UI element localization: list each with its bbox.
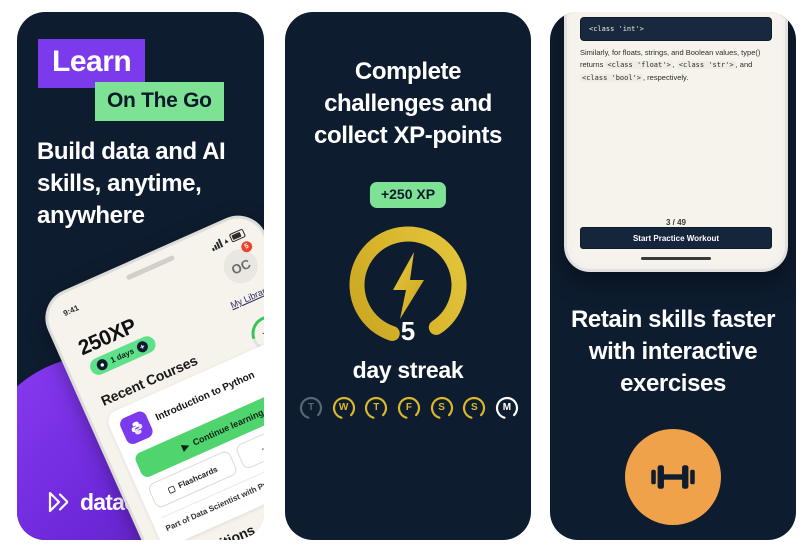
day-chip-s1[interactable]: S bbox=[430, 396, 454, 420]
panel3-headline: Retain skills faster with interactive ex… bbox=[570, 306, 776, 397]
day-chip-label: S bbox=[470, 402, 478, 413]
streak-count: 5 bbox=[400, 316, 416, 346]
day-chip-m[interactable]: M bbox=[495, 396, 519, 420]
day-chip-f[interactable]: F bbox=[397, 396, 421, 420]
home-indicator bbox=[641, 257, 711, 260]
day-chip-label: W bbox=[338, 402, 349, 413]
progress-ring-value: 72% bbox=[261, 327, 264, 340]
status-bar-time: 9:41 bbox=[61, 303, 81, 319]
code-output-block: <class 'int'> bbox=[580, 17, 772, 41]
phone-c-screen: <class 'int'> . x = 42 print(type(x)) <c… bbox=[571, 12, 781, 265]
day-chip-label: F bbox=[405, 402, 413, 413]
streak-label: day streak bbox=[352, 357, 464, 383]
day-chip-label: T bbox=[307, 402, 315, 413]
day-chip-s2[interactable]: S bbox=[462, 396, 486, 420]
plus-icon[interactable]: + bbox=[135, 339, 150, 355]
day-chip-label: M bbox=[502, 402, 512, 413]
dumbbell-icon: ⇔ bbox=[258, 441, 264, 454]
badge-on-the-go: On The Go bbox=[95, 82, 224, 121]
cards-icon: ▢ bbox=[166, 483, 177, 495]
panel-retain-skills: <class 'int'> . x = 42 print(type(x)) <c… bbox=[550, 12, 796, 540]
panel1-headline: Build data and AI skills, anytime, anywh… bbox=[37, 138, 226, 229]
day-chip-label: T bbox=[373, 402, 380, 413]
python-icon bbox=[117, 409, 155, 447]
panel-learn-on-the-go: Learn On The Go Build data and AI skills… bbox=[17, 12, 264, 540]
day-chip-label: S bbox=[438, 402, 445, 413]
streak-pill-label: 1 days bbox=[109, 346, 136, 365]
xp-pill: +250 XP bbox=[369, 182, 447, 208]
badge-learn: Learn bbox=[38, 39, 146, 88]
wifi-icon: ▴ bbox=[222, 235, 230, 246]
dumbbell-icon bbox=[651, 465, 695, 489]
phone-notch bbox=[125, 254, 176, 281]
panel1-badge-group: Learn On The Go bbox=[38, 39, 248, 121]
phone-mockup-exercise: <class 'int'> . x = 42 print(type(x)) <c… bbox=[564, 12, 788, 272]
dumbbell-badge bbox=[625, 429, 721, 525]
body-code-str: <class 'str'> bbox=[676, 61, 736, 70]
body-code-float: <class 'float'> bbox=[605, 61, 673, 70]
day-chip-t2[interactable]: T bbox=[364, 396, 388, 420]
body-code-bool: <class 'bool'> bbox=[580, 73, 644, 82]
body-mid-2: , and bbox=[735, 60, 753, 70]
play-icon: ▶ bbox=[180, 439, 191, 452]
panel-challenges-xp: Complete challenges and collect XP-point… bbox=[285, 12, 531, 540]
avatar[interactable]: OC bbox=[218, 243, 264, 289]
start-practice-workout-button[interactable]: Start Practice Workout bbox=[580, 227, 772, 249]
day-chip-t1[interactable]: T bbox=[299, 396, 323, 420]
page-indicator: 3 / 49 bbox=[665, 218, 686, 227]
day-streak-row: T W T F S S M bbox=[299, 396, 519, 420]
day-chip-w[interactable]: W bbox=[332, 396, 356, 420]
flashcards-label: Flashcards bbox=[176, 464, 219, 490]
battery-icon bbox=[228, 228, 247, 243]
signal-icon bbox=[210, 238, 224, 252]
datacamp-mark-icon bbox=[48, 491, 69, 513]
my-library-link[interactable]: My Library bbox=[229, 284, 264, 310]
flame-icon: ● bbox=[94, 357, 110, 372]
body-suffix: , respectively. bbox=[643, 72, 689, 82]
screenshot-stage: Learn On The Go Build data and AI skills… bbox=[0, 0, 800, 554]
exercise-body-text: Similarly, for floats, strings, and Bool… bbox=[580, 47, 772, 84]
panel2-headline: Complete challenges and collect XP-point… bbox=[314, 58, 502, 149]
